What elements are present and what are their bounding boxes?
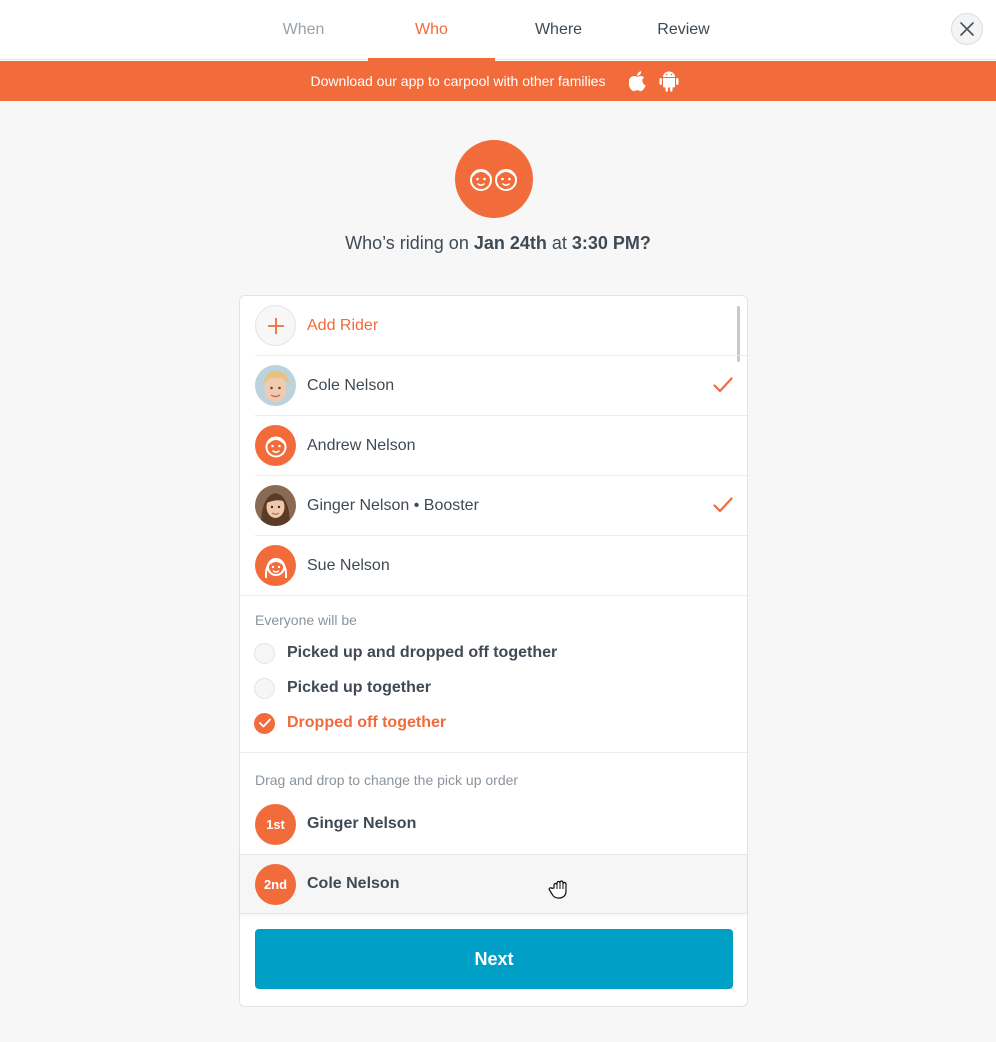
option-label: Dropped off together [287,714,447,731]
tab-where[interactable]: Where [495,0,622,60]
pickup-order-label: Drag and drop to change the pick up orde… [255,772,519,788]
add-rider-button[interactable]: Add Rider [255,296,747,356]
option-label: Picked up and dropped off together [287,644,558,661]
radio-unchecked[interactable] [254,677,275,699]
grouping-label: Everyone will be [255,612,357,628]
tab-who[interactable]: Who [368,0,495,61]
tab-where-label: Where [534,21,583,38]
option-label: Picked up together [287,679,432,696]
add-rider-label: Add Rider [307,316,379,334]
who-riding-question: Who’s riding on Jan 24th at 3:30 PM? [0,233,996,254]
next-button[interactable]: Next [255,929,733,989]
checkmark-icon [713,497,733,513]
radio-unchecked[interactable] [254,642,275,664]
close-icon [960,22,974,36]
girl-face-icon [255,545,296,586]
apple-icon[interactable] [629,70,647,92]
option-picked-up-and-dropped-off[interactable]: Picked up and dropped off together [254,641,557,665]
question-middle: at [546,233,572,253]
close-button[interactable] [951,13,983,45]
ride-time: 3:30 PM? [571,233,651,253]
plus-icon [255,305,296,346]
rider-name: Sue Nelson [307,556,390,574]
tab-when[interactable]: When [240,0,367,60]
boy-face-icon [255,425,296,466]
order-name: Ginger Nelson [307,815,417,832]
checkmark-icon [713,377,733,393]
rider-ginger-nelson[interactable]: Ginger Nelson • Booster [255,476,747,536]
tab-when-label: When [282,21,325,38]
kids-faces-icon [455,140,533,218]
tab-who-label: Who [415,21,448,38]
avatar-cole-nelson [255,365,296,406]
step-nav: When Who Where Review [0,0,996,61]
banner-message: Download our app to carpool with other f… [310,73,606,89]
option-picked-up-together[interactable]: Picked up together [254,676,431,700]
rider-andrew-nelson[interactable]: Andrew Nelson [255,416,747,476]
checkmark-icon [258,718,271,728]
tab-review[interactable]: Review [620,0,747,60]
rider-name: Andrew Nelson [307,436,416,454]
order-badge: 1st [255,803,296,845]
rider-name: Cole Nelson [307,376,395,394]
pickup-order-item-1[interactable]: 1st Ginger Nelson [240,794,747,854]
section-divider [240,752,747,753]
app-download-banner: Download our app to carpool with other f… [0,61,996,101]
rider-name: Ginger Nelson • Booster [307,496,479,514]
tab-review-label: Review [657,21,710,38]
rider-sue-nelson[interactable]: Sue Nelson [240,536,747,596]
grab-hand-icon [548,880,567,899]
android-icon[interactable] [659,70,679,92]
pickup-order-item-2[interactable]: 2nd Cole Nelson [240,854,747,914]
order-name: Cole Nelson [307,875,400,892]
ride-date: Jan 24th [473,233,547,253]
option-dropped-off-together[interactable]: Dropped off together [254,711,446,735]
question-prefix: Who’s riding on [345,233,474,253]
radio-checked[interactable] [254,712,275,734]
order-badge: 2nd [255,863,296,905]
avatar-ginger-nelson [255,485,296,526]
rider-cole-nelson[interactable]: Cole Nelson [255,356,747,416]
